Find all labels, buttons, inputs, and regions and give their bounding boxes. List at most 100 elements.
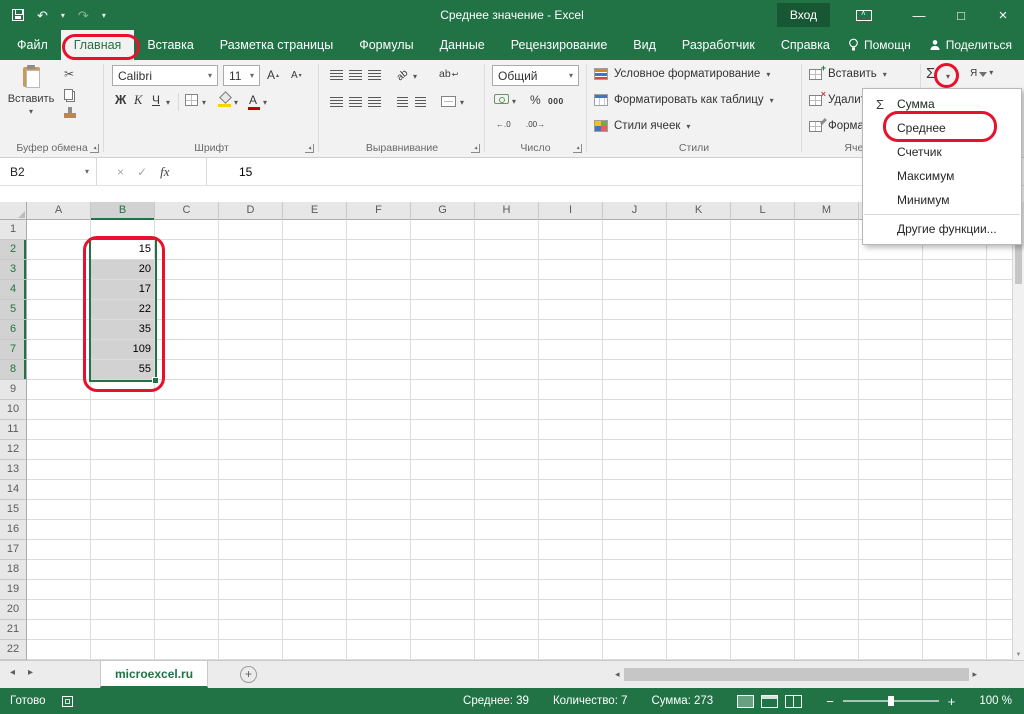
cell-G12[interactable] (411, 440, 475, 460)
cell-C4[interactable] (155, 280, 219, 300)
row-header-5[interactable]: 5 (0, 300, 26, 320)
cell-F3[interactable] (347, 260, 411, 280)
cell-H14[interactable] (475, 480, 539, 500)
cell-G21[interactable] (411, 620, 475, 640)
cell-O17[interactable] (923, 540, 987, 560)
maximize-button[interactable]: □ (940, 0, 982, 30)
cell-F9[interactable] (347, 380, 411, 400)
fill-color-dropdown-icon[interactable]: ▾ (234, 98, 238, 107)
cell-P5[interactable] (987, 300, 1012, 320)
select-all-corner[interactable] (0, 202, 27, 220)
cell-D12[interactable] (219, 440, 283, 460)
name-box[interactable]: B2 ▾ (0, 158, 97, 185)
cell-E1[interactable] (283, 220, 347, 240)
cell-H13[interactable] (475, 460, 539, 480)
cell-N20[interactable] (859, 600, 923, 620)
cell-K3[interactable] (667, 260, 731, 280)
row-header-17[interactable]: 17 (0, 540, 26, 560)
cell-I4[interactable] (539, 280, 603, 300)
sheet-nav-right-icon[interactable]: ▸ (28, 667, 33, 678)
horizontal-scrollbar[interactable]: ◂ ▸ (615, 665, 977, 684)
fill-color-button[interactable] (217, 92, 232, 107)
increase-font-size-button[interactable]: A (267, 68, 279, 82)
cell-H20[interactable] (475, 600, 539, 620)
cell-O6[interactable] (923, 320, 987, 340)
cell-I21[interactable] (539, 620, 603, 640)
cell-L19[interactable] (731, 580, 795, 600)
cell-P14[interactable] (987, 480, 1012, 500)
row-header-11[interactable]: 11 (0, 420, 26, 440)
cell-M15[interactable] (795, 500, 859, 520)
enter-icon[interactable]: ✓ (137, 165, 147, 179)
cell-F20[interactable] (347, 600, 411, 620)
cell-L21[interactable] (731, 620, 795, 640)
cell-H1[interactable] (475, 220, 539, 240)
cell-K20[interactable] (667, 600, 731, 620)
cell-O11[interactable] (923, 420, 987, 440)
cell-N15[interactable] (859, 500, 923, 520)
italic-button[interactable]: К (134, 93, 142, 108)
cell-L18[interactable] (731, 560, 795, 580)
borders-button[interactable] (185, 94, 198, 106)
cell-B16[interactable] (91, 520, 155, 540)
cell-P13[interactable] (987, 460, 1012, 480)
cell-B13[interactable] (91, 460, 155, 480)
cell-B21[interactable] (91, 620, 155, 640)
cell-C5[interactable] (155, 300, 219, 320)
cell-J9[interactable] (603, 380, 667, 400)
cell-A13[interactable] (27, 460, 91, 480)
cell-O8[interactable] (923, 360, 987, 380)
cell-E4[interactable] (283, 280, 347, 300)
cell-P18[interactable] (987, 560, 1012, 580)
cell-M14[interactable] (795, 480, 859, 500)
cell-A7[interactable] (27, 340, 91, 360)
cell-D13[interactable] (219, 460, 283, 480)
cell-A19[interactable] (27, 580, 91, 600)
cell-G22[interactable] (411, 640, 475, 660)
cell-G5[interactable] (411, 300, 475, 320)
cell-E10[interactable] (283, 400, 347, 420)
cell-O12[interactable] (923, 440, 987, 460)
cell-B2[interactable]: 15 (91, 240, 155, 260)
cell-A5[interactable] (27, 300, 91, 320)
cell-E6[interactable] (283, 320, 347, 340)
cell-L6[interactable] (731, 320, 795, 340)
cell-G11[interactable] (411, 420, 475, 440)
cell-K4[interactable] (667, 280, 731, 300)
cell-J6[interactable] (603, 320, 667, 340)
cell-M22[interactable] (795, 640, 859, 660)
cell-F10[interactable] (347, 400, 411, 420)
cell-L16[interactable] (731, 520, 795, 540)
cell-P10[interactable] (987, 400, 1012, 420)
column-header-L[interactable]: L (731, 202, 795, 220)
cell-J7[interactable] (603, 340, 667, 360)
cell-I12[interactable] (539, 440, 603, 460)
underline-button[interactable]: Ч (152, 93, 160, 107)
cell-A14[interactable] (27, 480, 91, 500)
cell-H15[interactable] (475, 500, 539, 520)
add-sheet-button[interactable]: + (240, 666, 257, 683)
cell-K7[interactable] (667, 340, 731, 360)
cell-M20[interactable] (795, 600, 859, 620)
cell-M2[interactable] (795, 240, 859, 260)
cell-E11[interactable] (283, 420, 347, 440)
cell-K21[interactable] (667, 620, 731, 640)
cell-C20[interactable] (155, 600, 219, 620)
cell-A2[interactable] (27, 240, 91, 260)
cell-N22[interactable] (859, 640, 923, 660)
cell-G19[interactable] (411, 580, 475, 600)
column-header-C[interactable]: C (155, 202, 219, 220)
cell-O16[interactable] (923, 520, 987, 540)
cell-N5[interactable] (859, 300, 923, 320)
cell-N3[interactable] (859, 260, 923, 280)
cell-H17[interactable] (475, 540, 539, 560)
autosum-button[interactable]: Σ (926, 65, 935, 82)
autosum-menu-item-max[interactable]: Максимум (863, 164, 1021, 188)
cell-P6[interactable] (987, 320, 1012, 340)
cell-K2[interactable] (667, 240, 731, 260)
cell-E3[interactable] (283, 260, 347, 280)
cell-P7[interactable] (987, 340, 1012, 360)
cell-D10[interactable] (219, 400, 283, 420)
cell-I22[interactable] (539, 640, 603, 660)
cell-K16[interactable] (667, 520, 731, 540)
